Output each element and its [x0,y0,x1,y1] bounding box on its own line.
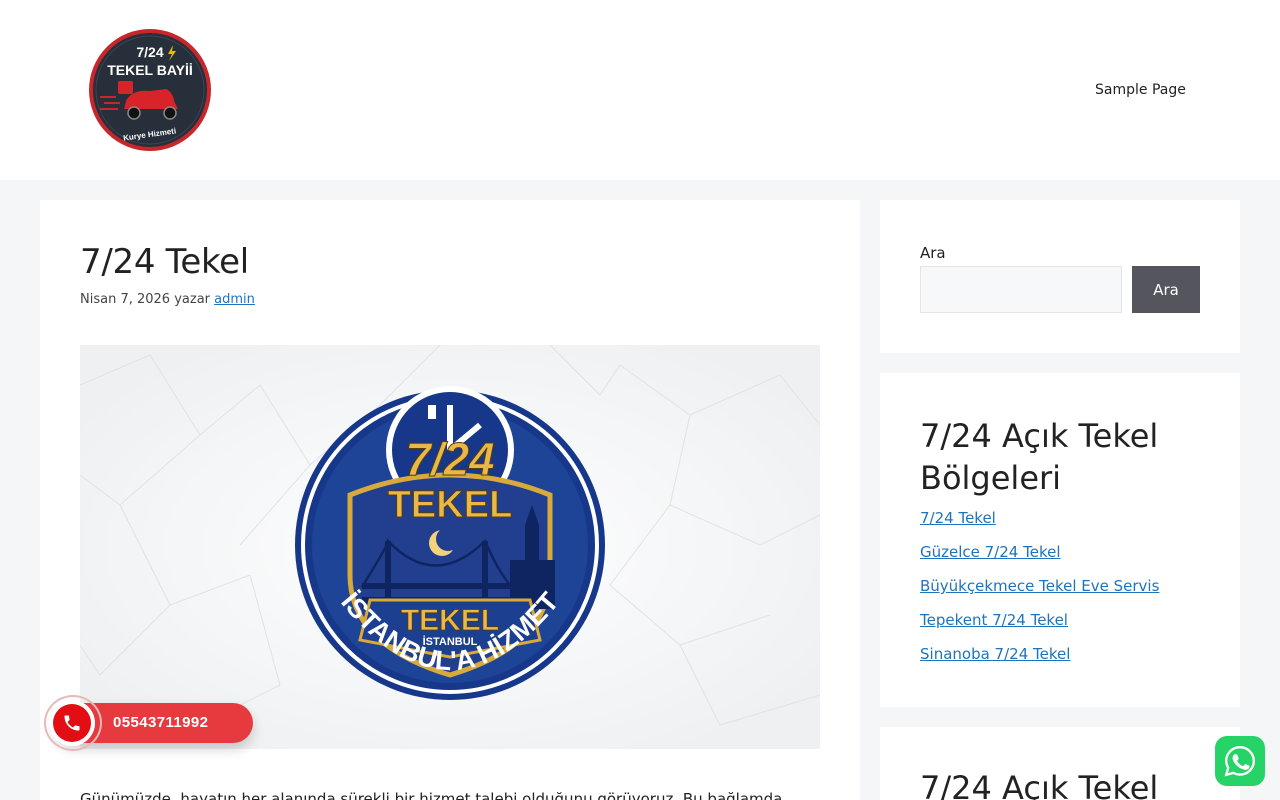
region-link[interactable]: 7/24 Tekel [920,509,996,527]
call-button[interactable]: 05543711992 [44,695,256,751]
list-item: Sinanoba 7/24 Tekel [920,644,1159,678]
region-link[interactable]: Sinanoba 7/24 Tekel [920,645,1070,663]
region-link[interactable]: Güzelce 7/24 Tekel [920,543,1061,561]
whatsapp-icon [1224,746,1255,777]
post-by: yazar [174,292,211,307]
site-logo[interactable]: 7/24 TEKEL BAYİİ Kurye Hizmeti [80,23,220,160]
list-item: Güzelce 7/24 Tekel [920,542,1159,576]
regions-widget: 7/24 Açık Tekel Bölgeleri 7/24 Tekel Güz… [880,373,1240,707]
nav-sample-page[interactable]: Sample Page [1095,82,1186,98]
search-widget: Ara Ara [880,200,1240,353]
regions-list: 7/24 Tekel Güzelce 7/24 Tekel Büyükçekme… [920,508,1159,678]
post-excerpt: Günümüzde, hayatın her alanında sürekli … [80,790,783,800]
region-link[interactable]: Tepekent 7/24 Tekel [920,611,1068,629]
logo-line1: 7/24 [136,44,163,60]
badge-top: 7/24 [405,433,495,485]
list-item: Tepekent 7/24 Tekel [920,610,1159,644]
regions-title-2: 7/24 Açık Tekel [920,769,1159,800]
list-item: Büyükçekmece Tekel Eve Servis [920,576,1159,610]
badge-mid: TEKEL [388,484,513,526]
list-item: 7/24 Tekel [920,508,1159,542]
call-number: 05543711992 [113,714,209,731]
post-title: 7/24 Tekel [80,242,249,282]
regions-title: 7/24 Açık Tekel Bölgeleri [920,417,1159,497]
site-header: 7/24 TEKEL BAYİİ Kurye Hizmeti Sample Pa… [0,0,1280,180]
featured-image: 7/24 TEKEL TEKEL İSTANBUL İSTANBUL'A HİZ… [80,345,820,749]
whatsapp-button[interactable] [1215,736,1265,786]
author-link[interactable]: admin [214,292,255,307]
search-input[interactable] [920,266,1122,313]
phone-icon [53,704,91,742]
search-label: Ara [920,244,946,262]
region-link[interactable]: Büyükçekmece Tekel Eve Servis [920,577,1159,595]
search-button[interactable]: Ara [1132,266,1200,313]
post-date: Nisan 7, 2026 [80,292,171,307]
post-meta: Nisan 7, 2026 yazar admin [80,292,255,307]
regions-widget-2: 7/24 Açık Tekel [880,727,1240,800]
badge-banner: TEKEL [401,604,499,637]
logo-line2: TEKEL BAYİİ [107,62,193,78]
